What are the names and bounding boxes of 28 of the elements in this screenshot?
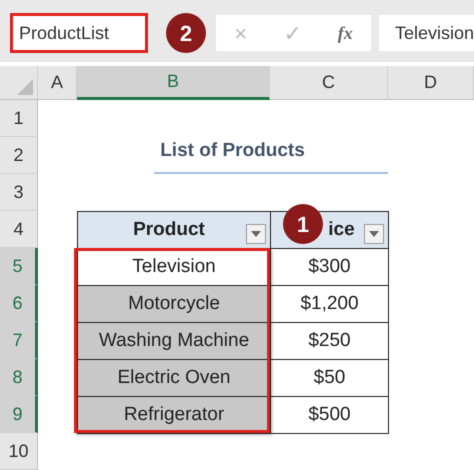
- row-header[interactable]: 8: [0, 359, 38, 396]
- row-header[interactable]: 9: [0, 396, 38, 433]
- caret-icon[interactable]: [369, 231, 379, 237]
- table-cell[interactable]: $500: [270, 396, 389, 434]
- column-header[interactable]: C: [270, 66, 388, 100]
- column-header[interactable]: D: [388, 66, 474, 100]
- row-header[interactable]: 10: [0, 433, 38, 470]
- name-box[interactable]: ProductList: [10, 13, 148, 53]
- row-header[interactable]: 1: [0, 100, 38, 137]
- step-callout: 1: [283, 204, 323, 244]
- caret-icon[interactable]: [251, 231, 261, 237]
- header-label: ice: [328, 218, 355, 242]
- row-header[interactable]: 4: [0, 211, 38, 248]
- table-cell[interactable]: Refrigerator: [77, 396, 271, 434]
- row-header[interactable]: 7: [0, 322, 38, 359]
- row-header[interactable]: 6: [0, 285, 38, 322]
- formula-field[interactable]: Television: [379, 15, 474, 51]
- filter-dropdown-button[interactable]: [364, 224, 384, 244]
- column-header[interactable]: A: [38, 66, 77, 100]
- column-header[interactable]: B: [77, 66, 270, 100]
- sheet-title: List of Products: [160, 139, 305, 163]
- row-header[interactable]: 3: [0, 174, 38, 211]
- filter-dropdown-button[interactable]: [246, 224, 266, 244]
- insert-function-button[interactable]: fx: [338, 20, 353, 46]
- step-callout: 2: [166, 13, 206, 53]
- row-header[interactable]: 2: [0, 137, 38, 174]
- row-header[interactable]: 5: [0, 248, 38, 285]
- header-label: Product: [133, 218, 205, 242]
